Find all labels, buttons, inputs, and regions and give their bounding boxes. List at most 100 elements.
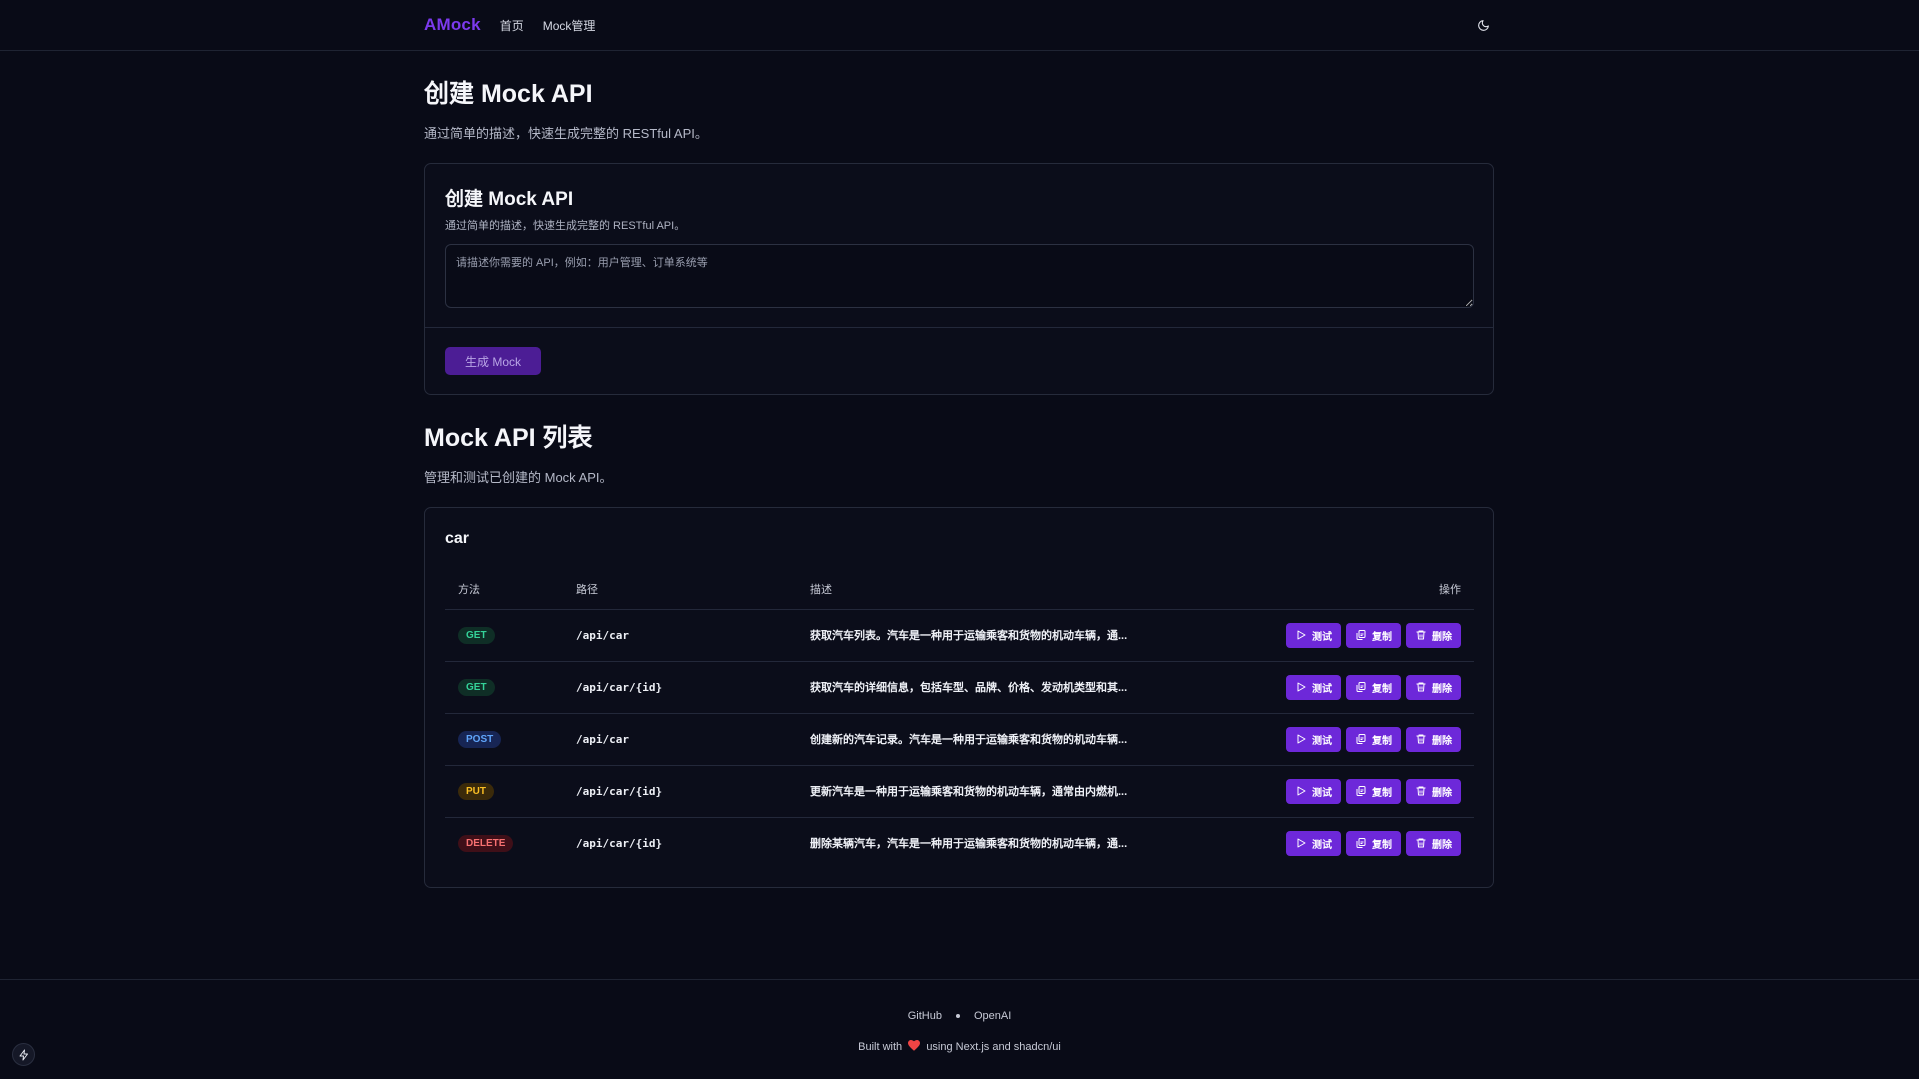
endpoint-path: /api/car/{id}: [576, 784, 663, 798]
generate-mock-button[interactable]: 生成 Mock: [445, 347, 541, 375]
method-badge: GET: [458, 626, 495, 644]
column-header-path: 路径: [563, 569, 797, 610]
column-header-method: 方法: [445, 569, 563, 610]
list-section-title: Mock API 列表: [424, 424, 593, 452]
delete-button-label: 删除: [1432, 787, 1452, 799]
create-card-title: 创建 Mock API: [445, 189, 574, 210]
method-cell: GET: [445, 661, 563, 714]
method-cell: DELETE: [445, 817, 563, 869]
copy-button[interactable]: 复制: [1346, 830, 1401, 856]
brand-logo[interactable]: AMock: [424, 15, 481, 35]
method-cell: GET: [445, 609, 563, 662]
test-button[interactable]: 测试: [1286, 726, 1341, 752]
create-mock-card: 创建 Mock API 通过简单的描述，快速生成完整的 RESTful API。…: [424, 163, 1494, 395]
trash-icon: [1416, 682, 1426, 692]
path-cell: /api/car: [563, 713, 797, 766]
list-section-subtitle: 管理和测试已创建的 Mock API。: [424, 470, 613, 485]
create-card-footer-divider: [425, 327, 1493, 328]
api-table: 方法 路径 描述 操作 GET/api/car 获取汽车列表。汽车是一种用于运输乘…: [445, 569, 1474, 869]
theme-toggle-button[interactable]: [1472, 14, 1494, 36]
description-cell: 获取汽车的详细信息，包括车型、品牌、价格、发动机类型和其...: [797, 661, 1231, 714]
heart-icon: [908, 1040, 921, 1051]
actions-cell: 测试 复制 删除: [1231, 817, 1474, 869]
delete-button[interactable]: 删除: [1406, 674, 1461, 700]
copy-button-label: 复制: [1372, 787, 1392, 799]
endpoint-description: 获取汽车列表。汽车是一种用于运输乘客和货物的机动车辆，通...: [810, 630, 1128, 642]
delete-button-label: 删除: [1432, 839, 1452, 851]
create-card-description: 通过简单的描述，快速生成完整的 RESTful API。: [445, 220, 686, 232]
table-header-row: 方法 路径 描述 操作: [445, 569, 1474, 610]
path-cell: /api/car: [563, 609, 797, 662]
trash-icon: [1416, 786, 1426, 796]
actions-cell: 测试 复制 删除: [1231, 713, 1474, 766]
lightning-icon: [19, 1049, 28, 1060]
copy-icon: [1356, 734, 1366, 744]
copy-button-label: 复制: [1372, 839, 1392, 851]
delete-button[interactable]: 删除: [1406, 622, 1461, 648]
test-button-label: 测试: [1312, 787, 1332, 799]
footer-built-suffix: using Next.js and shadcn/ui: [926, 1041, 1061, 1053]
test-button-label: 测试: [1312, 631, 1332, 643]
api-table-body: GET/api/car 获取汽车列表。汽车是一种用于运输乘客和货物的机动车辆，通.…: [445, 609, 1474, 869]
footer-credits: Built with using Next.js and shadcn/ui: [0, 1040, 1919, 1053]
top-navbar-inner: AMock 首页 Mock管理: [424, 0, 1494, 50]
play-icon: [1297, 682, 1306, 692]
endpoint-path: /api/car/{id}: [576, 680, 663, 694]
delete-button-label: 删除: [1432, 631, 1452, 643]
api-table-wrapper: 方法 路径 描述 操作 GET/api/car 获取汽车列表。汽车是一种用于运输乘…: [445, 569, 1474, 869]
play-icon: [1297, 734, 1306, 744]
prompt-field-wrapper: [445, 244, 1474, 313]
method-badge: DELETE: [458, 834, 514, 852]
footer-link-openai[interactable]: OpenAI: [974, 1010, 1011, 1022]
actions-cell: 测试 复制 删除: [1231, 765, 1474, 818]
test-button[interactable]: 测试: [1286, 830, 1341, 856]
copy-button[interactable]: 复制: [1346, 674, 1401, 700]
endpoint-description: 获取汽车的详细信息，包括车型、品牌、价格、发动机类型和其...: [810, 682, 1128, 694]
description-cell: 删除某辆汽车，汽车是一种用于运输乘客和货物的机动车辆，通...: [797, 817, 1231, 869]
trash-icon: [1416, 734, 1426, 744]
method-badge: POST: [458, 730, 502, 748]
description-cell: 更新汽车是一种用于运输乘客和货物的机动车辆，通常由内燃机...: [797, 765, 1231, 818]
delete-button[interactable]: 删除: [1406, 830, 1461, 856]
delete-button[interactable]: 删除: [1406, 726, 1461, 752]
table-row: DELETE/api/car/{id} 删除某辆汽车，汽车是一种用于运输乘客和货物…: [445, 817, 1474, 869]
copy-button-label: 复制: [1372, 683, 1392, 695]
create-card-header: 创建 Mock API 通过简单的描述，快速生成完整的 RESTful API。: [445, 184, 685, 233]
table-row: PUT/api/car/{id} 更新汽车是一种用于运输乘客和货物的机动车辆，通常…: [445, 765, 1474, 818]
footer-built-prefix: Built with: [858, 1041, 903, 1053]
column-header-actions: 操作: [1231, 569, 1474, 610]
copy-button[interactable]: 复制: [1346, 726, 1401, 752]
endpoint-description: 更新汽车是一种用于运输乘客和货物的机动车辆，通常由内燃机...: [810, 786, 1128, 798]
nav-link-home[interactable]: 首页: [500, 17, 524, 34]
list-section-header: Mock API 列表 管理和测试已创建的 Mock API。: [424, 418, 1494, 486]
endpoint-description: 创建新的汽车记录。汽车是一种用于运输乘客和货物的机动车辆...: [810, 734, 1128, 746]
copy-button[interactable]: 复制: [1346, 622, 1401, 648]
test-button-label: 测试: [1312, 735, 1332, 747]
delete-button-label: 删除: [1432, 683, 1452, 695]
footer: GitHub OpenAI Built with using Next.js an…: [0, 979, 1919, 1079]
table-row: POST/api/car 创建新的汽车记录。汽车是一种用于运输乘客和货物的机动车辆…: [445, 713, 1474, 766]
create-card-footer: 生成 Mock: [445, 347, 541, 375]
api-group-card: car 方法 路径 描述 操作 GET/api/car 获取汽车列表。汽车是一种用…: [424, 507, 1494, 888]
actions-cell: 测试 复制 删除: [1231, 609, 1474, 662]
path-cell: /api/car/{id}: [563, 765, 797, 818]
description-cell: 获取汽车列表。汽车是一种用于运输乘客和货物的机动车辆，通...: [797, 609, 1231, 662]
copy-icon: [1356, 786, 1366, 796]
play-icon: [1297, 838, 1306, 848]
dev-tools-button[interactable]: [12, 1043, 35, 1066]
footer-links: GitHub OpenAI: [0, 1010, 1919, 1022]
api-group-name: car: [445, 530, 470, 547]
delete-button[interactable]: 删除: [1406, 778, 1461, 804]
copy-button[interactable]: 复制: [1346, 778, 1401, 804]
test-button[interactable]: 测试: [1286, 778, 1341, 804]
path-cell: /api/car/{id}: [563, 817, 797, 869]
footer-link-github[interactable]: GitHub: [908, 1010, 942, 1022]
nav-link-mock-management[interactable]: Mock管理: [543, 17, 596, 34]
test-button[interactable]: 测试: [1286, 622, 1341, 648]
test-button[interactable]: 测试: [1286, 674, 1341, 700]
api-description-textarea[interactable]: [445, 244, 1474, 308]
path-cell: /api/car/{id}: [563, 661, 797, 714]
endpoint-path: /api/car: [576, 732, 629, 746]
method-badge: PUT: [458, 782, 494, 800]
description-cell: 创建新的汽车记录。汽车是一种用于运输乘客和货物的机动车辆...: [797, 713, 1231, 766]
